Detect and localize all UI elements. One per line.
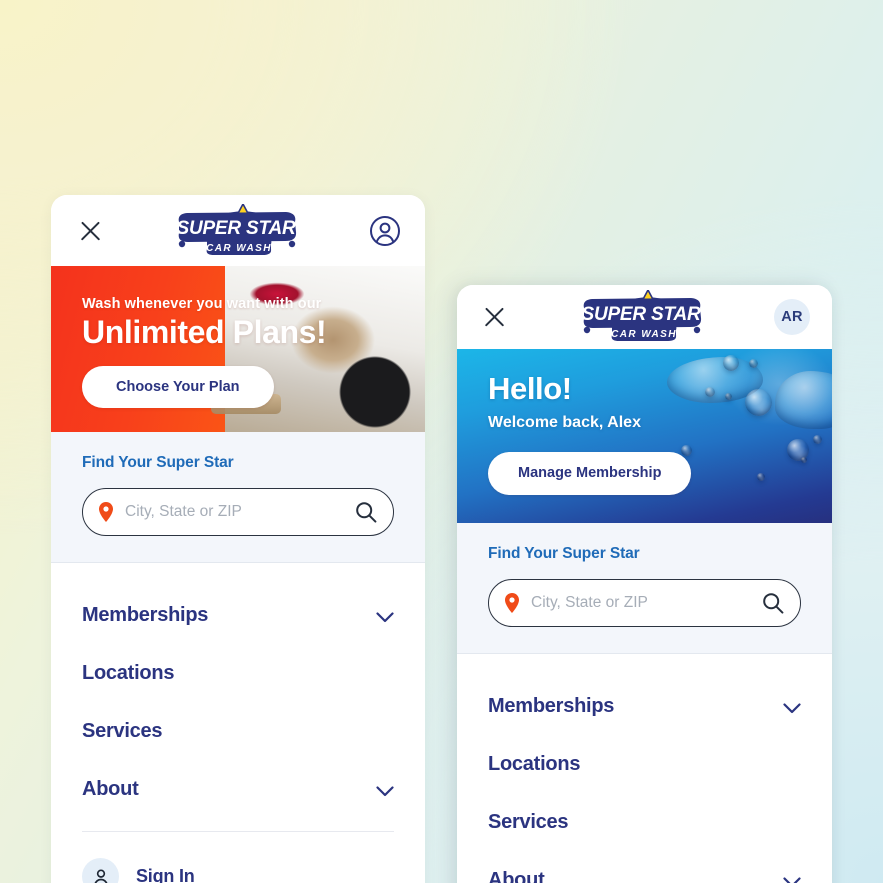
nav-label: Services	[82, 720, 163, 742]
nav-item-memberships[interactable]: Memberships	[82, 587, 394, 645]
greeting-title: Hello!	[488, 371, 572, 406]
main-navigation-list: Memberships Locations Services About	[457, 654, 832, 883]
panel-header: SUPER STAR CAR WASH	[51, 195, 425, 266]
search-icon[interactable]	[355, 501, 377, 523]
close-icon[interactable]	[479, 302, 509, 332]
main-navigation-list: Memberships Locations Services About	[51, 563, 425, 883]
sign-in-row[interactable]: Sign In	[82, 832, 394, 883]
logo-wordmark-bottom: CAR WASH	[611, 329, 677, 340]
choose-your-plan-button[interactable]: Choose Your Plan	[82, 365, 274, 408]
nav-label: Memberships	[488, 695, 615, 717]
menu-panel-logged-in: SUPER STAR CAR WASH AR Hello! Welcome ba…	[457, 285, 832, 883]
avatar[interactable]: AR	[774, 299, 810, 335]
welcome-subtitle: Welcome back, Alex	[488, 413, 641, 431]
chevron-down-icon[interactable]	[783, 875, 801, 883]
promo-kicker: Wash whenever you want with our	[82, 296, 322, 312]
nav-item-locations[interactable]: Locations	[488, 736, 801, 794]
logo-wordmark-top: SUPER STAR	[581, 304, 701, 325]
nav-item-about[interactable]: About	[82, 761, 394, 819]
manage-membership-button[interactable]: Manage Membership	[488, 451, 692, 495]
chevron-down-icon[interactable]	[376, 610, 394, 623]
logo-wordmark-top: SUPER STAR	[176, 218, 296, 239]
user-icon	[82, 858, 119, 883]
nav-label: Services	[488, 811, 569, 833]
nav-label: Locations	[82, 662, 175, 684]
promo-title: Unlimited Plans!	[82, 314, 327, 350]
location-search-section: Find Your Super Star	[457, 523, 832, 654]
nav-label: Memberships	[82, 604, 209, 626]
location-search-section: Find Your Super Star	[51, 432, 425, 563]
nav-item-services[interactable]: Services	[82, 703, 394, 761]
nav-label: About	[488, 869, 545, 883]
account-icon[interactable]	[369, 215, 401, 247]
logo-wordmark-bottom: CAR WASH	[206, 243, 272, 254]
search-input[interactable]	[125, 503, 345, 521]
chevron-down-icon[interactable]	[783, 701, 801, 714]
chevron-down-icon[interactable]	[376, 784, 394, 797]
nav-label: Locations	[488, 753, 581, 775]
location-pin-icon	[503, 592, 521, 614]
welcome-hero: Hello! Welcome back, Alex Manage Members…	[457, 349, 832, 523]
nav-item-memberships[interactable]: Memberships	[488, 678, 801, 736]
nav-item-about[interactable]: About	[488, 852, 801, 883]
search-input[interactable]	[531, 594, 752, 612]
menu-panel-logged-out: SUPER STAR CAR WASH Wash whenever you wa…	[51, 195, 425, 883]
panel-header: SUPER STAR CAR WASH AR	[457, 285, 832, 349]
search-box[interactable]	[82, 488, 394, 536]
super-star-car-wash-logo[interactable]: SUPER STAR CAR WASH	[578, 290, 706, 344]
sign-in-label: Sign In	[136, 866, 195, 883]
close-icon[interactable]	[75, 216, 105, 246]
nav-item-services[interactable]: Services	[488, 794, 801, 852]
super-star-car-wash-logo[interactable]: SUPER STAR CAR WASH	[173, 203, 301, 258]
search-box[interactable]	[488, 579, 801, 627]
nav-item-locations[interactable]: Locations	[82, 645, 394, 703]
location-pin-icon	[97, 501, 115, 523]
promo-hero-unlimited-plans: Wash whenever you want with our Unlimite…	[51, 266, 425, 432]
search-icon[interactable]	[762, 592, 784, 614]
search-section-label: Find Your Super Star	[82, 454, 234, 471]
nav-label: About	[82, 778, 139, 800]
search-section-label: Find Your Super Star	[488, 545, 640, 562]
